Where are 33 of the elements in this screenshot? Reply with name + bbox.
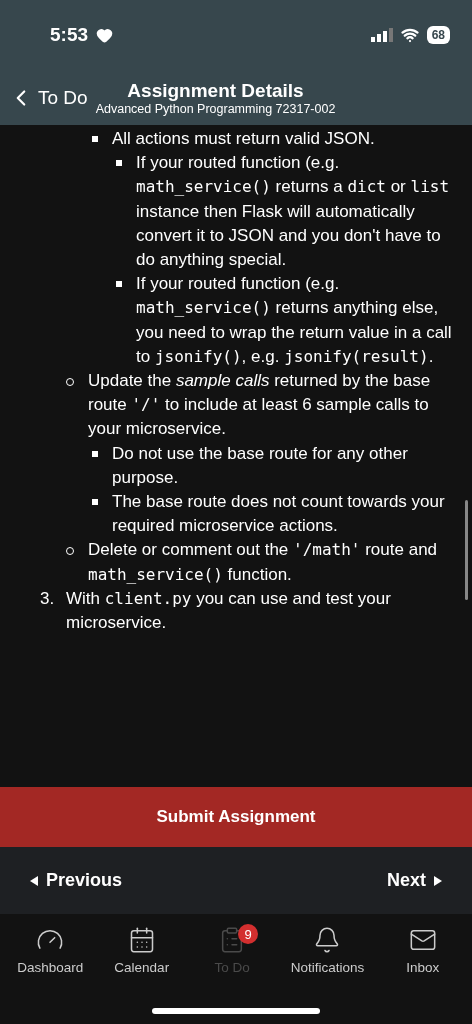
tab-item[interactable]: Inbox <box>384 922 461 984</box>
next-button[interactable]: Next <box>387 870 442 891</box>
tab-item[interactable]: Calendar <box>103 922 180 984</box>
submit-button[interactable]: Submit Assignment <box>0 787 472 847</box>
bullet-icon <box>92 499 98 506</box>
list-item-text: Delete or comment out the '/math' route and math_service() function. <box>88 539 439 586</box>
bullet-icon <box>116 160 122 167</box>
bullet-icon <box>92 136 98 142</box>
list-item-text: The base route does not count towards your required microservice actions. <box>112 491 446 538</box>
course-subtitle: Advanced Python Programming 72317-002 <box>95 101 336 116</box>
tab-item[interactable]: 9 To Do <box>194 922 271 984</box>
bullet-icon <box>116 281 122 288</box>
previous-button[interactable]: Previous <box>30 870 123 891</box>
list-number: 3. <box>40 587 56 610</box>
left-triangle-icon <box>30 875 38 886</box>
battery-icon: 68 <box>426 26 450 44</box>
count-badge: 9 <box>238 924 259 944</box>
list-item-text: If your routed function (e.g. math_service() returns anything else, you need to wrap the return value in a call to jsonify(), e.g. jsonify(result). <box>136 273 452 368</box>
list-item-text: Do not use the base route for any other purpose. <box>112 442 409 489</box>
back-link[interactable]: To Do <box>8 84 88 111</box>
tab-item[interactable]: Dashboard <box>11 922 90 984</box>
tab-item[interactable]: Notifications <box>284 922 371 984</box>
list-item-text: With client.py you can use and test your microservice. <box>66 587 392 635</box>
list-item-text: If your routed function (e.g. math_service() returns a dict or list instance then Flask will automatically convert it to JSON and you don't have to do anything special. <box>136 152 451 271</box>
right-triangle-icon <box>434 875 442 886</box>
page-title: Assignment Details <box>127 79 304 102</box>
list-item-text: Update the sample calls returned by the base route '/' to include at least 6 sample calls to your microservice. <box>88 370 432 441</box>
heart-icon <box>96 26 114 44</box>
list-item-text: All actions must return valid JSON. <box>112 128 376 150</box>
status-time: 5:53 <box>50 24 89 46</box>
wifi-icon <box>400 26 419 44</box>
bullet-icon <box>92 450 98 457</box>
signal-icon <box>370 28 393 42</box>
